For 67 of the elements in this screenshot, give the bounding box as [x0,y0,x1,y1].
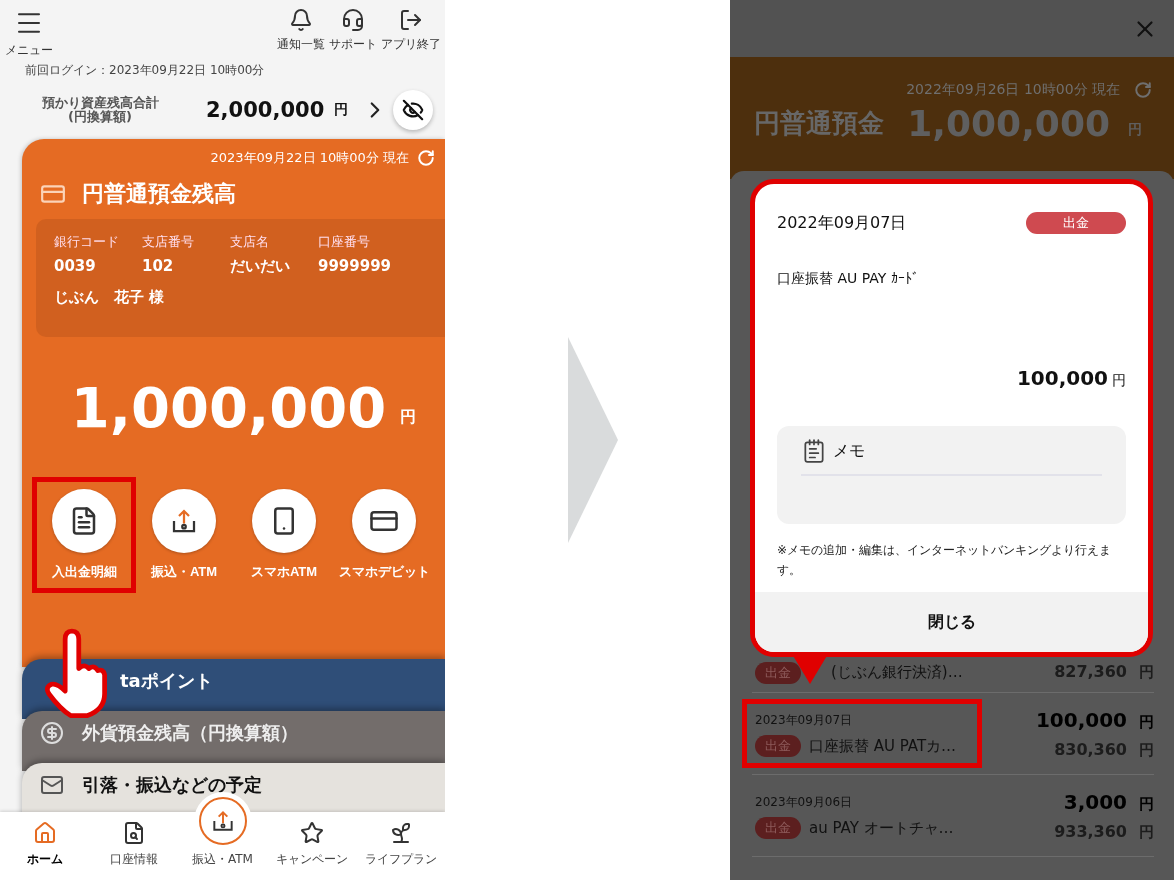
transaction-amount: 3,000 [1063,789,1127,814]
memo-field[interactable]: メモ [777,426,1126,524]
header-action[interactable]: アプリ終了 [381,8,441,53]
currency-unit: 円 [1139,712,1154,732]
currency-unit: 円 [334,101,349,119]
timestamp: 2022年09月26日 10時00分 現在 [906,81,1120,99]
mail-icon [40,773,64,797]
menu-label: メニュー [5,42,53,59]
field-label: 銀行コード [54,233,120,251]
currency-unit: 円 [1139,794,1154,814]
account-holder: じぶん 花子 様 [54,288,166,307]
notepad-icon [801,438,827,464]
currency-unit: 円 [400,406,417,428]
currency-unit: 円 [1139,740,1154,760]
field-label: 口座番号 [318,233,371,251]
field-value: だいだい [230,257,291,276]
last-login: 前回ログイン：2023年09月22日 10時00分 [24,62,266,79]
field-value: 0039 [54,257,97,276]
transaction-description: au PAY オートチャ… [809,818,954,838]
memo-note: ※メモの追加・編集は、インターネットバンキングより行えます。 [777,542,1113,579]
close-button[interactable]: 閉じる [755,592,1148,652]
assets-label: (円換算額) [68,110,132,124]
transaction-amount: 100,000 [1035,707,1127,732]
assets-amount: 2,000,000 [206,98,325,122]
nav-tab[interactable]: ライフプラン [356,812,445,880]
field-value: 9999999 [318,257,393,276]
transaction-date: 2022年09月07日 [777,212,907,234]
currency-unit: 円 [1112,372,1126,390]
home-icon [32,821,57,845]
currency-unit: 円 [1139,822,1154,842]
refresh-icon[interactable] [1134,81,1152,99]
account-title: 円普通預金 [754,107,884,140]
eye-off-icon [402,99,424,121]
transaction-date: 2023年09月07日 [755,712,854,729]
field-label: 支店名 [230,233,270,251]
balance-after: 827,360 [1054,661,1127,681]
star-icon [299,821,324,845]
currency-unit: 円 [1128,120,1142,139]
nav-tab[interactable]: 口座情報 [89,812,178,880]
field-label: 支店番号 [142,233,195,251]
headset-icon [341,8,365,32]
withdrawal-badge: 出金 [1026,212,1126,234]
exit-icon [399,8,423,32]
memo-label: メモ [833,440,865,462]
assets-label: 預かり資産残高合計 [41,96,159,110]
section-card[interactable]: 引落・振込などの予定 [22,763,445,812]
balance-amount: 1,000,000 [907,103,1110,144]
menu-button[interactable]: メニュー [5,8,53,59]
transaction-date: 2023年09月06日 [755,794,854,811]
balance-after: 933,360 [1054,821,1127,841]
hide-balance-button[interactable] [393,90,433,130]
dollar-icon [40,721,64,745]
field-value: 102 [142,257,175,276]
header-action[interactable]: サポート [329,8,377,53]
transaction-description: 口座振替 AU PATカ… [809,736,957,756]
balance-after: 830,360 [1054,739,1127,759]
timestamp: 2023年09月22日 10時00分 現在 [210,149,409,167]
nav-tab[interactable]: ホーム [0,812,89,880]
transaction-amount: 100,000 [1016,366,1108,390]
transaction-description: 口座振替 AU PAY ｶｰﾄﾞ [777,270,920,288]
header-action[interactable]: 通知一覧 [277,8,325,53]
currency-unit: 円 [1139,662,1154,682]
transaction-description: (じぶん銀行決済)… [831,663,963,682]
balance-amount: 1,000,000 [70,374,387,440]
nav-tab[interactable]: キャンペーン [267,812,356,880]
card-title: 円普通預金残高 [82,180,236,208]
bell-icon [289,8,313,32]
